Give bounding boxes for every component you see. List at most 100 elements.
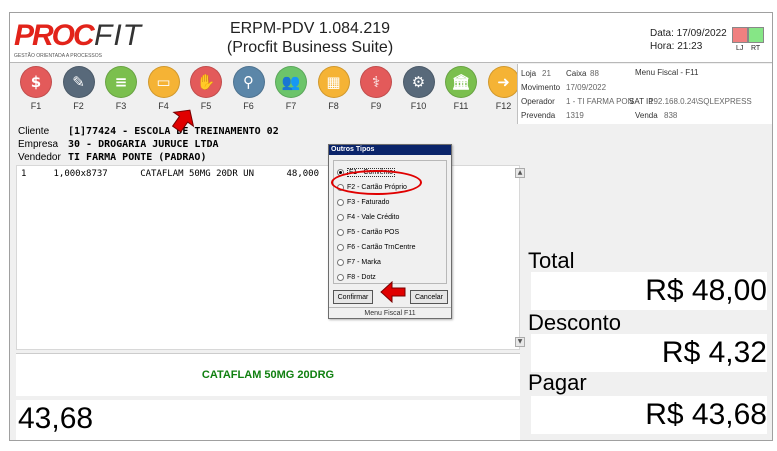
payment-option-8[interactable]: F8 - Dotz: [337, 271, 376, 283]
payment-option-label: F8 - Dotz: [347, 273, 376, 281]
total-label: Total: [528, 248, 575, 273]
toolbar-button-label: F7: [285, 101, 297, 111]
empresa-label: Empresa: [18, 139, 59, 150]
function-key-toolbar: $ F1 ✎ F2 ≡ F3 ▭ F4 ✋ F5 ⚲ F6 👥 F7 ▦ F8 ⚕ F9 ⚙ F10 🏛 F11 ➜ F12: [10, 64, 520, 124]
highlight-ellipse: [331, 170, 422, 195]
status-light-rt-label: RT: [751, 45, 761, 52]
date-label: Data: 17/09/2022: [650, 28, 727, 39]
pagar-label: Pagar: [528, 370, 587, 395]
toolbar-button-label: F3: [115, 101, 127, 111]
desconto-value: R$ 4,32: [661, 336, 767, 369]
payment-option-3[interactable]: F3 - Faturado: [337, 196, 389, 208]
dialog-title: Outros Tipos: [329, 145, 451, 155]
venda-value: 838: [664, 111, 678, 120]
sat-value: 192.168.0.24\SQLEXPRESS: [649, 97, 752, 106]
payment-option-label: F7 - Marka: [347, 258, 381, 266]
caduceus-icon: ⚕: [360, 66, 392, 98]
confirm-button[interactable]: Confirmar: [333, 290, 373, 304]
scroll-up-icon[interactable]: ▲: [515, 168, 525, 178]
calculator-icon: ▦: [317, 66, 350, 98]
radio-icon[interactable]: [337, 213, 344, 221]
payment-option-label: F5 - Cartão POS: [347, 228, 400, 236]
toolbar-button-label: F2: [73, 101, 84, 111]
status-light-lj-label: LJ: [736, 45, 744, 52]
payment-option-6[interactable]: F6 - Cartão TrnCentre: [337, 241, 415, 253]
radio-icon[interactable]: [337, 228, 344, 236]
payment-option-label: F3 - Faturado: [347, 198, 390, 206]
loja-value: 21: [542, 69, 551, 78]
radio-icon[interactable]: [337, 243, 344, 251]
toolbar-button-f6[interactable]: ⚲ F6: [229, 66, 269, 118]
session-info-panel: Loja 21 Caixa 88 Menu Fiscal - F11 Movim…: [517, 64, 772, 124]
toolbar-button-label: F9: [370, 101, 382, 111]
app-title-line2: (Procfit Business Suite): [226, 39, 394, 56]
gears-icon: ⚙: [402, 66, 435, 98]
toolbar-button-f8[interactable]: ▦ F8: [314, 66, 354, 118]
toolbar-button-f2[interactable]: ✎ F2: [59, 66, 99, 118]
radio-icon[interactable]: [337, 198, 344, 206]
toolbar-button-f3[interactable]: ≡ F3: [101, 66, 141, 118]
money-icon: $: [20, 66, 52, 98]
loja-label: Loja: [521, 69, 537, 78]
procfit-logo: PROC FIT GESTÃO ORIENTADA A PROCESSOS: [14, 19, 144, 59]
app-title: ERPM-PDV 1.084.219 (Procfit Business Sui…: [210, 19, 410, 57]
search-icon: ⚲: [232, 66, 265, 98]
time-label: Hora: 21:23: [650, 41, 703, 52]
payment-option-7[interactable]: F7 - Marka: [337, 256, 381, 268]
payment-option-5[interactable]: F5 - Cartão POS: [337, 226, 399, 238]
toolbar-button-f9[interactable]: ⚕ F9: [356, 66, 396, 118]
movimento-value: 17/09/2022: [566, 83, 607, 92]
payment-option-label: F4 - Vale Crédito: [347, 213, 400, 221]
payment-option-4[interactable]: F4 - Vale Crédito: [337, 211, 399, 223]
pen-icon: ✎: [62, 66, 95, 98]
venda-label: Venda: [635, 111, 658, 120]
current-amount-display: 43,68: [16, 400, 520, 440]
logo-tagline: GESTÃO ORIENTADA A PROCESSOS: [14, 53, 102, 59]
operador-value: 1 - TI FARMA PON: [566, 97, 634, 106]
arrow-right-icon: ➜: [487, 66, 520, 98]
cliente-label: Cliente: [18, 126, 50, 137]
bank-icon: 🏛: [445, 66, 477, 98]
toolbar-button-f1[interactable]: $ F1: [16, 66, 56, 118]
toolbar-button-label: F6: [243, 101, 254, 111]
pdv-window: PROC FIT GESTÃO ORIENTADA A PROCESSOS ER…: [9, 12, 773, 441]
toolbar-button-label: F8: [328, 101, 339, 111]
logo-fit-text: FIT: [94, 19, 142, 52]
annotation-arrow-up-icon: [171, 109, 195, 133]
total-box: R$ 48,00: [531, 272, 767, 310]
hand-card-icon: ✋: [190, 66, 222, 98]
cancel-button[interactable]: Cancelar: [410, 290, 448, 304]
check-icon: ≡: [105, 66, 137, 98]
toolbar-button-label: F11: [453, 101, 469, 111]
radio-icon[interactable]: [337, 258, 344, 266]
vendedor-label: Vendedor: [18, 152, 61, 163]
total-value: R$ 48,00: [645, 274, 767, 307]
card-icon: ▭: [147, 66, 180, 98]
toolbar-button-f10[interactable]: ⚙ F10: [399, 66, 439, 118]
current-product-name: CATAFLAM 50MG 20DRG: [201, 369, 335, 381]
current-amount-value: 43,68: [18, 402, 94, 435]
client-info: Cliente [1]77424 - ESCOLA DE TREINAMENTO …: [18, 125, 279, 164]
annotation-arrow-left-icon: [380, 281, 406, 303]
payment-option-label: F6 - Cartão TrnCentre: [347, 243, 416, 251]
toolbar-button-label: F1: [30, 101, 42, 111]
date-time: Data: 17/09/2022 Hora: 21:23: [650, 27, 727, 53]
empresa-value: 30 - DROGARIA JURUCE LTDA: [68, 139, 219, 150]
operador-label: Operador: [521, 97, 555, 106]
scroll-down-icon[interactable]: ▼: [515, 337, 525, 347]
movimento-label: Movimento: [521, 83, 561, 92]
toolbar-button-f7[interactable]: 👥 F7: [271, 66, 311, 118]
vendedor-value: TI FARMA PONTE (PADRAO): [68, 152, 207, 163]
pagar-box: R$ 43,68: [531, 396, 767, 434]
caixa-label: Caixa: [566, 69, 587, 78]
radio-icon[interactable]: [337, 273, 344, 281]
toolbar-button-label: F10: [410, 101, 427, 111]
header-bar: PROC FIT GESTÃO ORIENTADA A PROCESSOS ER…: [10, 13, 772, 63]
status-light-rt: [748, 27, 764, 43]
toolbar-button-f11[interactable]: 🏛 F11: [441, 66, 481, 118]
status-light-lj: [732, 27, 748, 43]
list-item[interactable]: 1 1,000x8737 CATAFLAM 50MG 20DR UN 48,00…: [21, 169, 319, 179]
prevenda-label: Prevenda: [521, 111, 556, 120]
app-title-line1: ERPM-PDV 1.084.219: [229, 20, 391, 37]
menu-fiscal-label: Menu Fiscal - F11: [635, 68, 699, 77]
